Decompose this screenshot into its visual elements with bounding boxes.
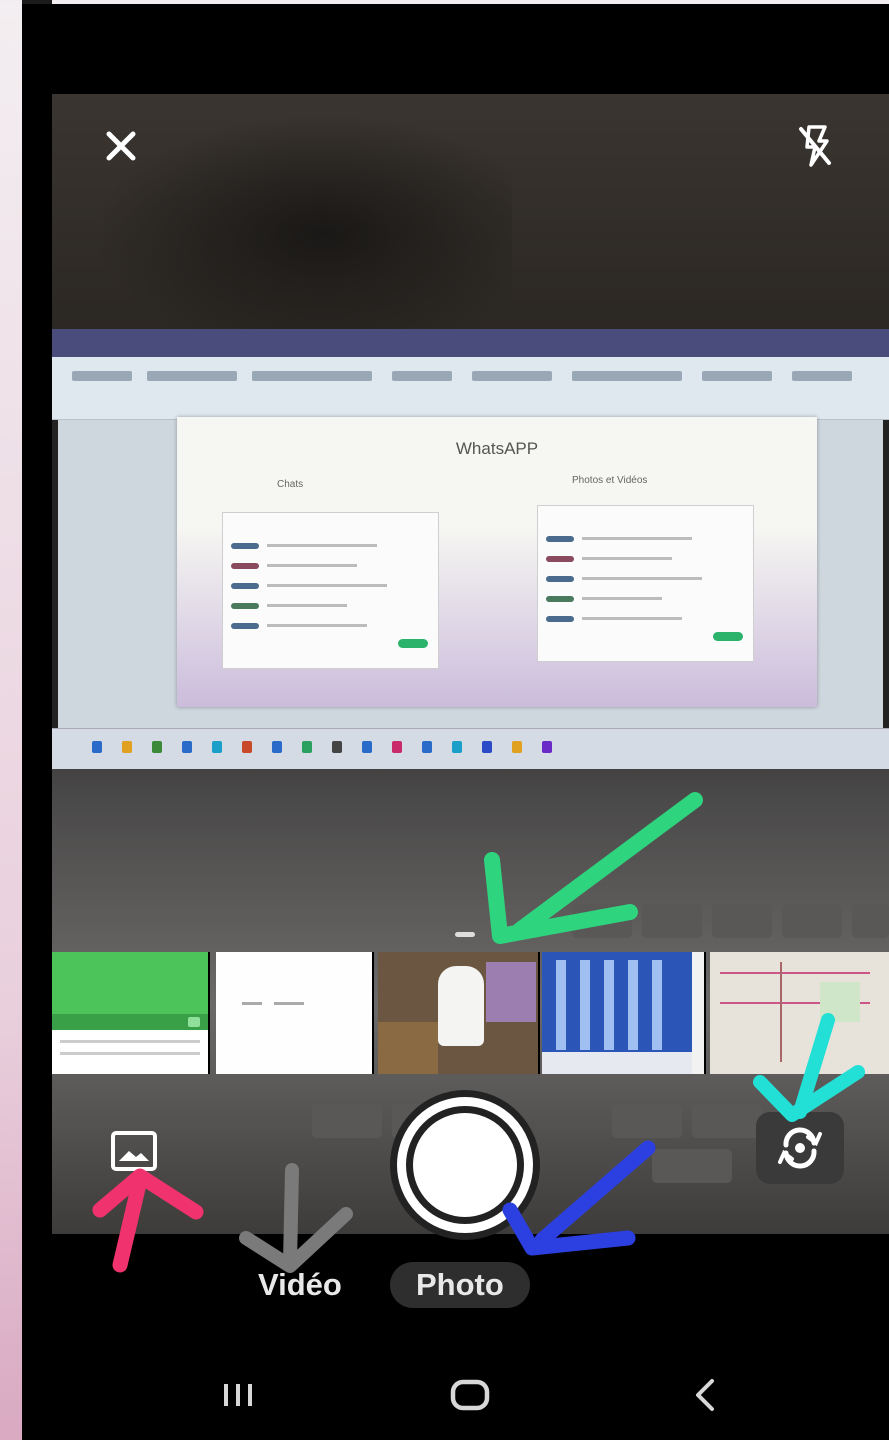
preview-laptop-screen: WhatsAPP Chats Photos et Vidéos [52,329,889,769]
switch-camera-icon [778,1127,822,1169]
thumbnail-1[interactable] [52,952,210,1074]
thumbnail-5[interactable] [710,952,889,1074]
word-ribbon [52,357,889,420]
nav-recents-button[interactable] [210,1370,266,1420]
document-screenshot-left [222,512,439,669]
shutter-ring [397,1097,533,1233]
mode-video[interactable]: Vidéo [258,1262,342,1308]
thumbnail-3[interactable] [378,952,540,1074]
mode-photo[interactable]: Photo [390,1262,530,1308]
nav-home-button[interactable] [440,1370,500,1420]
close-icon [106,131,136,161]
thumbnail-2[interactable] [216,952,374,1074]
flash-toggle-button[interactable] [790,118,840,174]
flash-off-icon [799,125,831,167]
gallery-button[interactable] [108,1128,160,1174]
preview-shadow [92,114,512,334]
back-icon [696,1379,714,1411]
recents-icon [224,1384,252,1406]
thumbnail-handle[interactable] [455,932,475,937]
home-icon [450,1379,490,1411]
gallery-icon [111,1131,157,1171]
laptop-taskbar [52,728,889,769]
thumbnail-4[interactable] [542,952,706,1074]
close-button[interactable] [95,120,147,172]
document-subtitle-right: Photos et Vidéos [572,475,648,486]
document-title: WhatsAPP [455,439,539,458]
document-page: WhatsAPP Chats Photos et Vidéos [177,417,817,707]
document-screenshot-right [537,505,754,662]
recent-media-strip [30,952,889,1074]
document-subtitle-left: Chats [277,479,304,490]
shutter-core [413,1113,517,1217]
word-title-bar [52,329,889,357]
nav-back-button[interactable] [680,1370,730,1420]
switch-camera-button[interactable] [756,1112,844,1184]
shutter-button[interactable] [390,1090,540,1240]
